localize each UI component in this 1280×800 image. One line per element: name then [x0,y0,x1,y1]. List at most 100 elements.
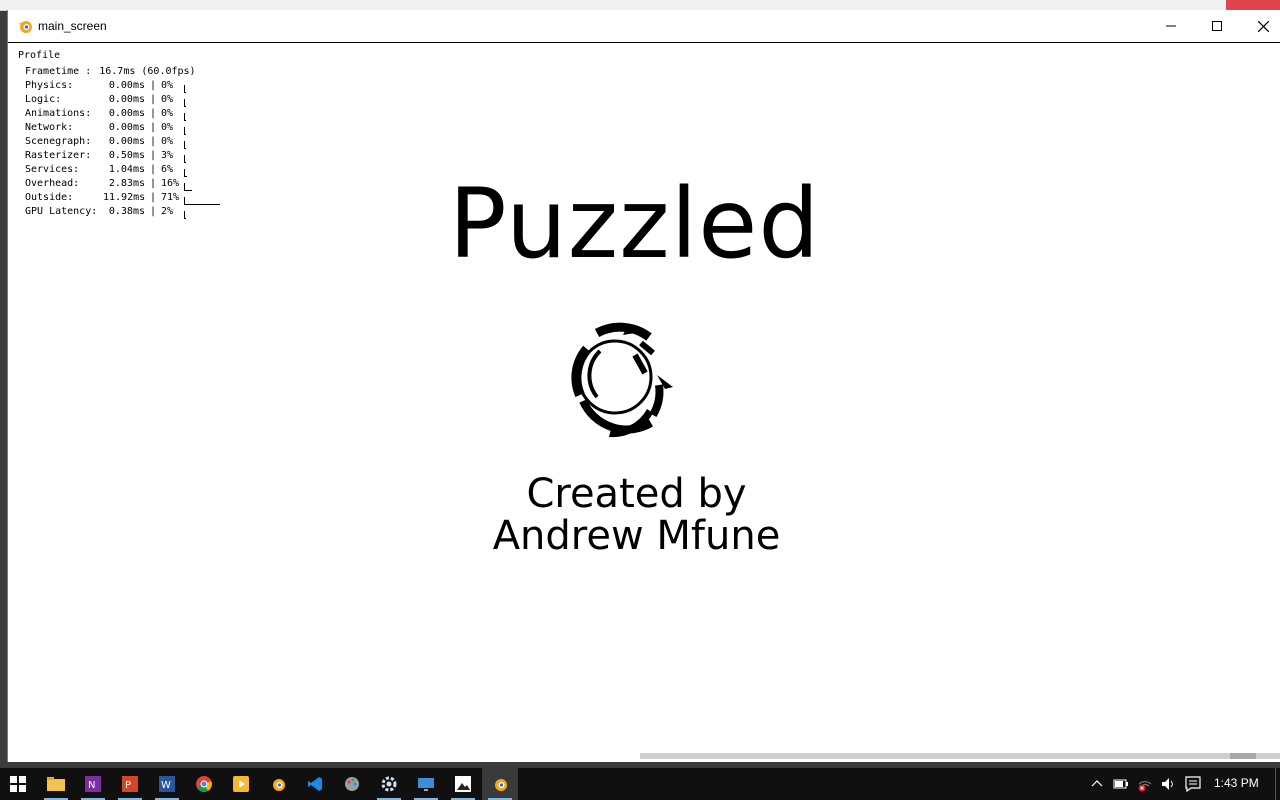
chrome-icon [196,776,212,792]
media-player-icon [233,776,249,792]
onenote-icon: N [85,776,101,792]
profile-row: Animations: 0.00ms | 0% [25,107,220,121]
close-icon [1257,20,1269,32]
profile-row-bar [184,127,186,135]
windows-logo-icon [10,776,26,792]
profile-row: Physics: 0.00ms | 0% [25,79,220,93]
profile-row-separator: | [149,136,157,147]
profile-row-bar [184,113,186,121]
minimize-icon [1166,25,1176,27]
palette-icon [345,777,359,791]
profile-row-ms: 0.00ms [108,122,145,133]
taskbar-chrome[interactable] [186,768,222,800]
taskbar-paint[interactable] [334,768,370,800]
taskbar-file-explorer[interactable] [38,768,74,800]
profile-row-label: Scenegraph: [25,136,92,147]
scrollbar-thumb[interactable] [1230,753,1256,759]
maximize-button[interactable] [1194,10,1240,42]
profile-row-label: Network: [25,122,74,133]
profile-row-label: Animations: [25,108,92,119]
taskbar: N P W 1:43 PM [0,768,1280,800]
profile-row-label: Logic: [25,94,62,105]
monitor-icon [418,778,434,791]
taskbar-onenote[interactable]: N [75,768,111,800]
svg-text:N: N [88,780,95,791]
horizontal-scrollbar[interactable] [640,753,1280,759]
close-button[interactable] [1240,10,1280,42]
profile-row-ms: 0.00ms [108,80,145,91]
profile-row-percent: 3% [161,150,174,161]
profile-row: Rasterizer: 0.50ms | 3% [25,149,220,163]
maximize-icon [1212,21,1222,31]
title-bar[interactable]: main_screen [8,10,1280,43]
game-viewport[interactable]: Profile Frametime : 16.7ms (60.0fps) Phy… [8,43,1280,762]
profile-row-bar [184,99,186,107]
battery-icon[interactable] [1113,776,1129,792]
main-window: main_screen Profile Frametime : 16.7ms (… [7,10,1280,762]
credit-line-1: Created by [526,471,747,517]
blender-app-icon [17,18,33,34]
powerpoint-icon: P [122,776,138,792]
profile-row: Network: 0.00ms | 0% [25,121,220,135]
profile-row-separator: | [149,80,157,91]
profile-row-bar [184,141,186,149]
taskbar-remote-desktop[interactable] [408,768,444,800]
profile-row-separator: | [149,150,157,161]
profile-row-separator: | [149,122,157,133]
taskbar-photos[interactable] [445,768,481,800]
profile-row-bar [184,85,186,93]
word-icon: W [159,776,175,792]
profile-row-label: Rasterizer: [25,150,92,161]
profile-row-ms: 0.00ms [108,108,145,119]
profile-row-separator: | [149,108,157,119]
profile-heading: Profile [18,50,61,61]
profile-row-percent: 0% [161,122,174,133]
blender-icon [273,779,285,791]
taskbar-media-player[interactable] [223,768,259,800]
taskbar-clock[interactable]: 1:43 PM [1214,776,1259,790]
profile-row: Scenegraph: 0.00ms | 0% [25,135,220,149]
svg-text:W: W [161,780,171,791]
tray-chevron-up-icon[interactable] [1089,776,1105,792]
background-window-close[interactable] [1226,0,1280,10]
vscode-icon [308,777,322,791]
profile-row-separator: | [149,94,157,105]
profile-row-separator: | [149,164,157,175]
profile-row-ms: 0.50ms [108,150,145,161]
profile-row-percent: 0% [161,80,174,91]
taskbar-blender-active[interactable] [482,768,518,800]
profile-row-label: Physics: [25,80,74,91]
profile-row-ms: 1.04ms [108,164,145,175]
taskbar-settings[interactable] [371,768,407,800]
profile-row: Logic: 0.00ms | 0% [25,93,220,107]
network-icon[interactable] [1137,776,1153,792]
minimize-button[interactable] [1148,10,1194,42]
frametime-label: Frametime : [25,66,92,77]
volume-icon[interactable] [1160,776,1176,792]
folder-icon [47,777,65,791]
action-center-icon[interactable] [1185,776,1201,792]
frametime-value: 16.7ms (60.0fps) [99,66,196,77]
profile-row-percent: 0% [161,136,174,147]
profile-row-percent: 0% [161,108,174,119]
profile-row-bar [184,155,186,163]
photos-icon [455,776,471,792]
blender-icon [495,779,507,791]
profile-row-percent: 6% [161,164,174,175]
gear-logo-icon [571,322,673,438]
taskbar-word[interactable]: W [149,768,185,800]
profile-row-ms: 0.00ms [108,136,145,147]
start-button[interactable] [0,768,36,800]
svg-text:P: P [125,780,131,791]
window-title: main_screen [38,19,107,33]
taskbar-powerpoint[interactable]: P [112,768,148,800]
profile-row: Services: 1.04ms | 6% [25,163,220,177]
taskbar-blender[interactable] [260,768,296,800]
game-title: Puzzled [448,168,821,280]
credit-text: Created by Andrew Mfune [8,473,1273,557]
taskbar-vscode[interactable] [297,768,333,800]
show-desktop-button[interactable] [1275,768,1280,800]
profile-row-label: Services: [25,164,80,175]
profile-row-ms: 0.00ms [108,94,145,105]
credit-line-2: Andrew Mfune [492,513,781,559]
